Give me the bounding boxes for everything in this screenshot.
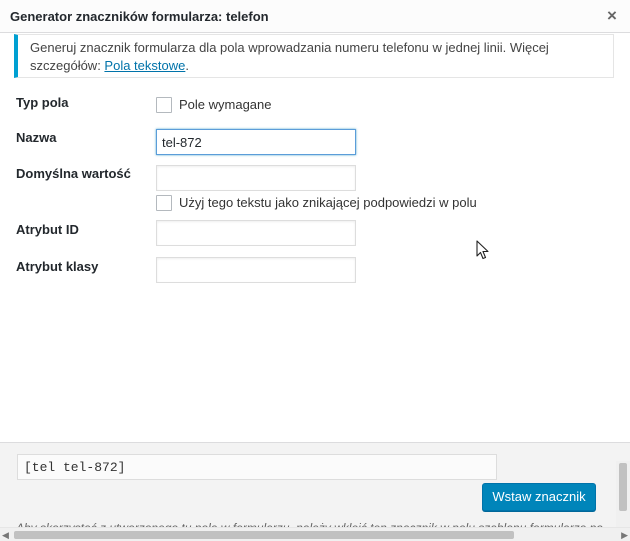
name-input[interactable] [156, 129, 356, 155]
class-attr-input[interactable] [156, 257, 356, 283]
placeholder-checkbox-label[interactable]: Użyj tego tekstu jako znikającej podpowi… [179, 195, 477, 210]
placeholder-checkbox[interactable] [156, 195, 172, 211]
dialog-title: Generator znaczników formularza: telefon [10, 9, 269, 24]
close-icon[interactable]: × [602, 6, 622, 26]
insert-tag-button[interactable]: Wstaw znacznik [482, 483, 596, 511]
horizontal-scrollbar[interactable]: ◀ ▶ [0, 527, 630, 541]
scroll-left-icon[interactable]: ◀ [2, 530, 9, 541]
info-notice: Generuj znacznik formularza dla pola wpr… [14, 34, 614, 78]
default-value-label: Domyślna wartość [16, 166, 131, 181]
vertical-scrollbar-thumb[interactable] [619, 463, 627, 511]
class-attr-label: Atrybut klasy [16, 259, 99, 274]
horizontal-scrollbar-thumb[interactable] [14, 531, 514, 539]
id-attr-input[interactable] [156, 220, 356, 246]
generated-tag-field[interactable] [17, 454, 497, 480]
dialog-titlebar: Generator znaczników formularza: telefon… [0, 0, 630, 33]
notice-period: . [185, 58, 189, 73]
name-label: Nazwa [16, 130, 57, 145]
default-value-input[interactable] [156, 165, 356, 191]
scroll-right-icon[interactable]: ▶ [621, 530, 628, 541]
vertical-scrollbar[interactable] [616, 461, 630, 528]
required-checkbox[interactable] [156, 97, 172, 113]
required-checkbox-label[interactable]: Pole wymagane [179, 97, 272, 112]
mouse-pointer-icon [476, 240, 489, 260]
field-type-label: Typ pola [16, 95, 69, 110]
notice-link[interactable]: Pola tekstowe [104, 58, 185, 73]
id-attr-label: Atrybut ID [16, 222, 79, 237]
